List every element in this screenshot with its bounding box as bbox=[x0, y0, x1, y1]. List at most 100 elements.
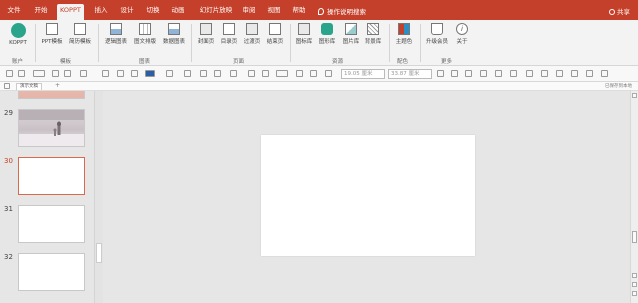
slide-thumbnail[interactable] bbox=[18, 205, 85, 243]
align-left-icon[interactable] bbox=[6, 70, 13, 77]
flip-icon[interactable] bbox=[64, 70, 71, 77]
tab-home[interactable]: 开始 bbox=[33, 5, 49, 20]
transition-page-button[interactable]: 过渡页 bbox=[241, 23, 263, 45]
group-account: 账户 bbox=[12, 59, 24, 65]
tab-slideshow[interactable]: 幻灯片放映 bbox=[196, 5, 236, 20]
bring-forward-icon[interactable] bbox=[214, 70, 221, 77]
align-bottom-icon[interactable] bbox=[495, 70, 502, 77]
about-label: 关于 bbox=[456, 39, 468, 45]
tab-file[interactable]: 文件 bbox=[6, 5, 22, 20]
cover-page-button[interactable]: 封面页 bbox=[195, 23, 217, 45]
group-divider bbox=[389, 24, 390, 62]
grid-icon[interactable] bbox=[451, 70, 458, 77]
slide-thumbnail[interactable] bbox=[18, 253, 85, 291]
tab-koppt[interactable]: KOPPT bbox=[57, 4, 84, 20]
crop-icon[interactable] bbox=[248, 70, 255, 77]
cut-icon[interactable] bbox=[526, 70, 533, 77]
data-chart-button[interactable]: 数据图表 bbox=[160, 23, 188, 45]
tab-design[interactable]: 设计 bbox=[119, 5, 135, 20]
icons-icon bbox=[298, 23, 310, 35]
template-icon bbox=[46, 23, 58, 35]
scroll-down-icon[interactable] bbox=[632, 273, 637, 278]
about-button[interactable]: i 关于 bbox=[452, 23, 472, 45]
rotate-icon[interactable] bbox=[52, 70, 59, 77]
editor-scrollbar[interactable] bbox=[630, 91, 638, 303]
slide-canvas[interactable] bbox=[261, 135, 475, 256]
background-library-button[interactable]: 背景库 bbox=[362, 23, 384, 45]
shape-width-field[interactable]: 33.87 厘米 bbox=[388, 69, 432, 79]
koppt-account-button[interactable]: KOPPT bbox=[5, 23, 31, 46]
tell-me-search[interactable]: 操作说明搜索 bbox=[318, 6, 366, 16]
koppt-logo-icon bbox=[10, 23, 26, 38]
lightbulb-icon bbox=[318, 8, 324, 15]
group-icon[interactable] bbox=[200, 70, 207, 77]
resume-template-button[interactable]: 简历模板 bbox=[67, 23, 93, 45]
edit-points-icon[interactable] bbox=[102, 70, 109, 77]
end-page-button[interactable]: 结束页 bbox=[264, 23, 286, 45]
tab-help[interactable]: 帮助 bbox=[291, 5, 307, 20]
align-center-icon[interactable] bbox=[18, 70, 25, 77]
group-divider bbox=[420, 24, 421, 62]
union-icon[interactable] bbox=[296, 70, 303, 77]
outline-icon[interactable] bbox=[166, 70, 173, 77]
group-templates: 模板 bbox=[60, 59, 72, 65]
group-divider bbox=[98, 24, 99, 62]
more-options-icon[interactable] bbox=[601, 70, 608, 77]
intersect-icon[interactable] bbox=[325, 70, 332, 77]
scroll-up-icon[interactable] bbox=[632, 93, 637, 98]
format-painter-icon[interactable] bbox=[571, 70, 578, 77]
tab-insert[interactable]: 插入 bbox=[93, 5, 109, 20]
shape-lib-label: 图形库 bbox=[318, 39, 336, 45]
logic-chart-button[interactable]: 逻辑图表 bbox=[102, 23, 130, 45]
upgrade-member-button[interactable]: 升级会员 bbox=[423, 23, 451, 45]
pen-icon[interactable] bbox=[117, 70, 124, 77]
powerpoint-window: 文件 开始 KOPPT 插入 设计 切换 动画 幻灯片放映 审阅 视图 帮助 操… bbox=[0, 0, 638, 303]
image-library-button[interactable]: 图片库 bbox=[340, 23, 362, 45]
spacing-icon[interactable] bbox=[510, 70, 517, 77]
next-slide-icon[interactable] bbox=[632, 291, 637, 296]
shape-picker-icon[interactable] bbox=[33, 70, 45, 77]
document-tab[interactable]: 演示文稿 bbox=[16, 83, 42, 90]
toc-page-label: 目录页 bbox=[220, 39, 238, 45]
align-middle-icon[interactable] bbox=[480, 70, 487, 77]
slide-thumbnail-selected[interactable] bbox=[18, 157, 85, 195]
data-chart-label: 数据图表 bbox=[162, 39, 185, 45]
tab-view[interactable]: 视图 bbox=[266, 5, 282, 20]
shape-library-button[interactable]: 图形库 bbox=[316, 23, 338, 45]
lock-icon[interactable] bbox=[262, 70, 269, 77]
distribute-icon[interactable] bbox=[80, 70, 87, 77]
copy-icon[interactable] bbox=[541, 70, 548, 77]
shape-height-field[interactable]: 19.05 厘米 bbox=[341, 69, 385, 79]
size-lock-icon[interactable] bbox=[437, 70, 444, 77]
tab-transitions[interactable]: 切换 bbox=[145, 5, 161, 20]
group-divider bbox=[35, 24, 36, 62]
koppt-label: KOPPT bbox=[9, 40, 27, 46]
share-button[interactable]: 共享 bbox=[609, 6, 630, 16]
tab-animations[interactable]: 动画 bbox=[170, 5, 186, 20]
text-layout-button[interactable]: 图文排版 bbox=[131, 23, 159, 45]
align-top-icon[interactable] bbox=[465, 70, 472, 77]
previous-slide-icon[interactable] bbox=[632, 282, 637, 287]
text-box-icon[interactable] bbox=[586, 70, 593, 77]
group-pages: 页面 bbox=[233, 59, 245, 65]
scrollbar-thumb[interactable] bbox=[632, 231, 637, 243]
tab-review[interactable]: 审阅 bbox=[241, 5, 257, 20]
send-backward-icon[interactable] bbox=[230, 70, 237, 77]
thumbnail-scrollbar[interactable] bbox=[94, 91, 103, 303]
effects-icon[interactable] bbox=[184, 70, 191, 77]
paste-icon[interactable] bbox=[556, 70, 563, 77]
background-icon bbox=[367, 23, 379, 35]
new-tab-button[interactable]: + bbox=[55, 82, 60, 89]
slide-thumbnail[interactable] bbox=[18, 91, 85, 99]
theme-color-button[interactable]: 主题色 bbox=[393, 23, 415, 45]
slide-thumbnail[interactable] bbox=[18, 109, 85, 147]
ppt-template-button[interactable]: PPT模板 bbox=[39, 23, 65, 45]
fragment-icon[interactable] bbox=[310, 70, 317, 77]
end-page-label: 结束页 bbox=[266, 39, 284, 45]
icon-library-button[interactable]: 图标库 bbox=[293, 23, 315, 45]
toc-page-button[interactable]: 目录页 bbox=[218, 23, 240, 45]
scrollbar-thumb[interactable] bbox=[96, 243, 102, 263]
fill-color-icon[interactable] bbox=[145, 70, 155, 77]
eyedropper-icon[interactable] bbox=[131, 70, 138, 77]
arrange-icon[interactable] bbox=[276, 70, 288, 77]
